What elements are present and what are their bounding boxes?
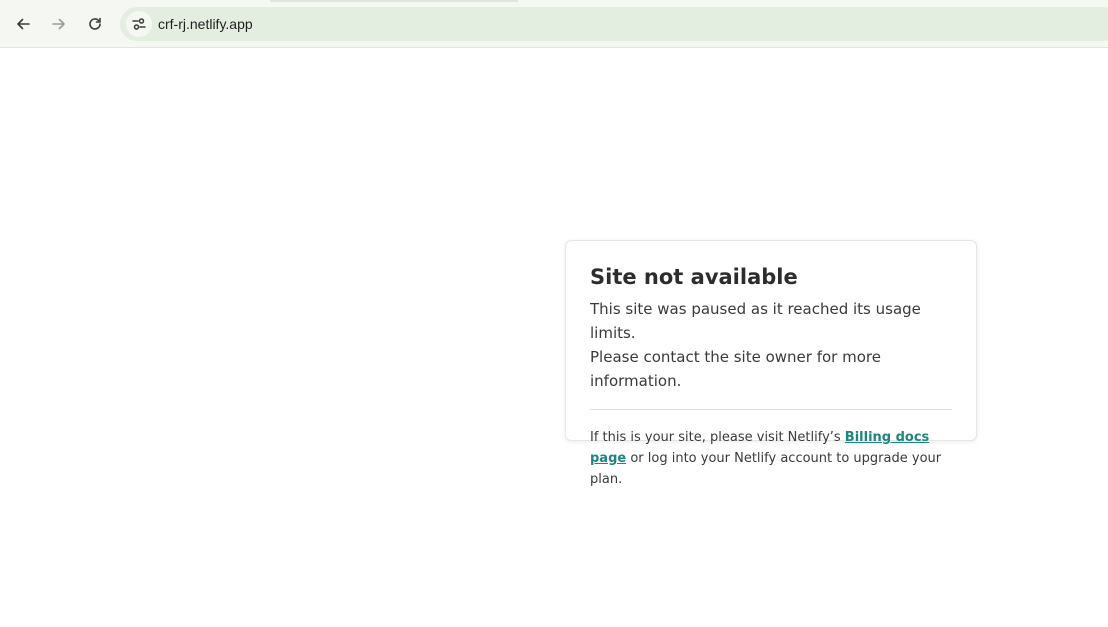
reload-icon (89, 17, 101, 30)
address-bar[interactable]: crf-rj.netlify.app (120, 7, 1108, 41)
pause-message-line1: This site was paused as it reached its u… (590, 300, 921, 342)
forward-button[interactable] (44, 9, 74, 39)
owner-note-prefix: If this is your site, please visit Netli… (590, 430, 845, 445)
site-info-button[interactable] (126, 11, 152, 37)
arrow-left-icon (17, 18, 30, 30)
pause-message-line2: Please contact the site owner for more i… (590, 348, 881, 390)
reload-button[interactable] (80, 9, 110, 39)
tune-icon (132, 18, 146, 30)
pause-message: This site was paused as it reached its u… (590, 297, 952, 393)
divider (590, 409, 952, 410)
url-text[interactable]: crf-rj.netlify.app (158, 16, 253, 32)
owner-note: If this is your site, please visit Netli… (590, 427, 952, 490)
browser-toolbar: crf-rj.netlify.app (0, 0, 1108, 48)
site-not-available-card: Site not available This site was paused … (565, 240, 977, 487)
tab-strip-edge (270, 0, 518, 2)
back-button[interactable] (8, 9, 38, 39)
arrow-right-icon (52, 18, 65, 30)
owner-note-suffix: or log into your Netlify account to upgr… (590, 451, 942, 487)
page-title: Site not available (590, 265, 798, 289)
